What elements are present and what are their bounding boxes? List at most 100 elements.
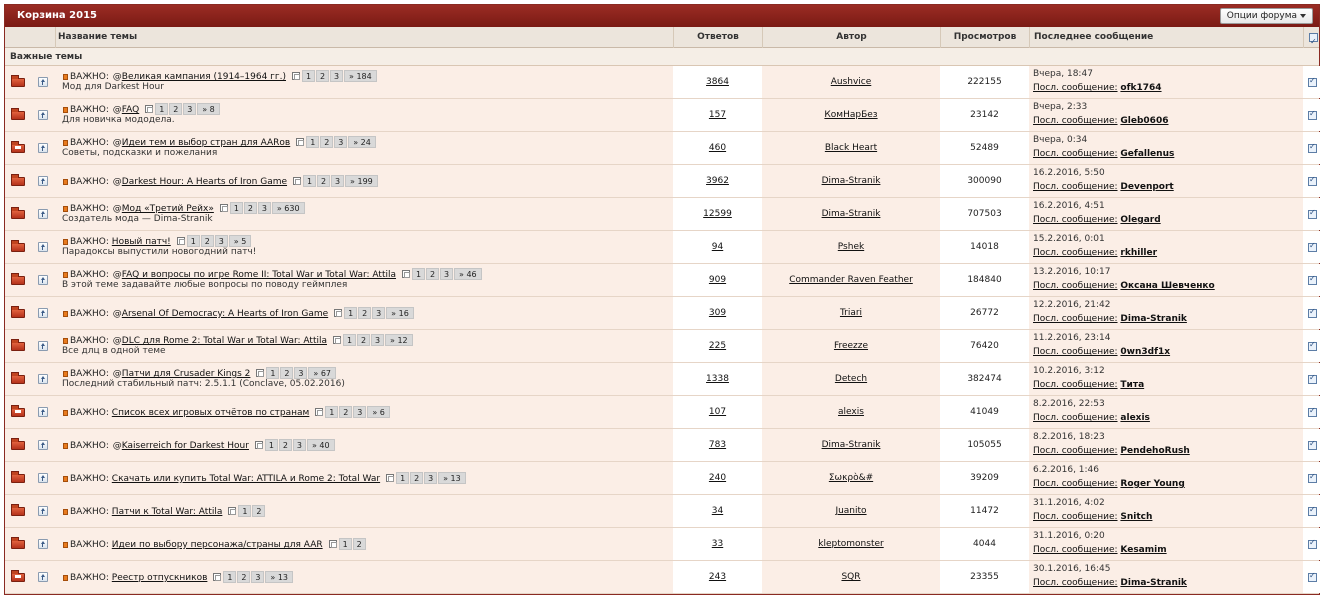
page-link[interactable]: 3 [334, 136, 348, 148]
topic-checkbox[interactable] [1308, 373, 1317, 384]
topic-title-link[interactable]: Список всех игровых отчётов по странам [112, 408, 310, 418]
last-post-user[interactable]: Оксана Шевченко [1120, 281, 1214, 291]
page-link[interactable]: 1 [344, 307, 358, 319]
page-link[interactable]: 2 [320, 136, 334, 148]
header-replies[interactable]: Ответов [673, 27, 762, 48]
page-link[interactable]: 3 [331, 175, 345, 187]
page-link[interactable]: » 199 [345, 175, 378, 187]
last-post-link[interactable]: Посл. сообщение: [1033, 380, 1118, 390]
last-post-user[interactable]: Devenport [1120, 182, 1173, 192]
page-link[interactable]: 3 [440, 268, 454, 280]
author-link[interactable]: Detech [835, 374, 867, 384]
page-link[interactable]: » 5 [228, 235, 252, 247]
last-post-user[interactable]: Gleb0606 [1120, 116, 1168, 126]
author-link[interactable]: SQR [841, 572, 860, 582]
page-link[interactable]: 1 [266, 367, 280, 379]
last-post-user[interactable]: Dima-Stranik [1120, 578, 1187, 588]
author-link[interactable]: Freezze [834, 341, 868, 351]
page-link[interactable]: » 630 [271, 202, 305, 214]
topic-checkbox[interactable] [1308, 505, 1317, 516]
author-link[interactable]: Commander Raven Feather [789, 275, 913, 285]
last-post-link[interactable]: Посл. сообщение: [1033, 512, 1118, 522]
page-link[interactable]: 2 [352, 538, 366, 550]
last-post-link[interactable]: Посл. сообщение: [1033, 545, 1118, 555]
replies-link[interactable]: 1338 [706, 374, 729, 384]
header-select-all[interactable] [1303, 27, 1321, 52]
page-link[interactable]: » 13 [265, 571, 294, 583]
last-post-link[interactable]: Посл. сообщение: [1033, 314, 1118, 324]
page-link[interactable]: 3 [371, 334, 384, 346]
page-link[interactable]: 3 [294, 367, 308, 379]
page-link[interactable]: » 16 [386, 307, 414, 319]
author-link[interactable]: КомНарБез [824, 110, 877, 120]
replies-link[interactable]: 225 [709, 341, 726, 351]
page-link[interactable]: 3 [292, 439, 306, 451]
page-link[interactable]: » 46 [454, 268, 482, 280]
topic-title-link[interactable]: Патчи к Total War: Attila [112, 507, 223, 517]
replies-link[interactable]: 3962 [706, 176, 729, 186]
topic-title-link[interactable]: Идеи по выбору персонажа/страны для AAR [112, 540, 323, 550]
topic-title-link[interactable]: Новый патч! [112, 237, 171, 247]
page-link[interactable]: 2 [358, 307, 372, 319]
topic-title-link[interactable]: Darkest Hour: A Hearts of Iron Game [122, 177, 287, 187]
page-link[interactable]: 1 [155, 103, 169, 115]
topic-checkbox[interactable] [1308, 208, 1317, 219]
page-link[interactable]: 3 [214, 235, 228, 247]
page-link[interactable]: 1 [229, 202, 243, 214]
topic-checkbox[interactable] [1308, 472, 1317, 483]
page-link[interactable]: 1 [343, 334, 356, 346]
topic-checkbox[interactable] [1308, 406, 1317, 417]
header-views[interactable]: Просмотров [940, 27, 1029, 48]
page-link[interactable]: 3 [424, 472, 438, 484]
last-post-user[interactable]: alexis [1120, 413, 1150, 423]
replies-link[interactable]: 12599 [703, 209, 732, 219]
page-link[interactable]: 2 [280, 367, 294, 379]
page-link[interactable]: 1 [338, 538, 352, 550]
page-link[interactable]: 2 [316, 70, 329, 82]
author-link[interactable]: Triari [840, 308, 862, 318]
page-link[interactable]: 2 [200, 235, 214, 247]
last-post-link[interactable]: Посл. сообщение: [1033, 413, 1118, 423]
page-link[interactable]: » 12 [385, 334, 413, 346]
page-link[interactable]: 2 [426, 268, 440, 280]
author-link[interactable]: Black Heart [825, 143, 877, 153]
replies-link[interactable]: 909 [709, 275, 726, 285]
page-link[interactable]: 1 [186, 235, 200, 247]
author-link[interactable]: Juanito [835, 506, 866, 516]
author-link[interactable]: kleptomonster [818, 539, 883, 549]
replies-link[interactable]: 309 [709, 308, 726, 318]
page-link[interactable]: 2 [237, 571, 251, 583]
page-link[interactable]: » 40 [306, 439, 335, 451]
topic-title-link[interactable]: Идеи тем и выбор стран для AARов [122, 138, 290, 148]
page-link[interactable]: 2 [278, 439, 292, 451]
page-link[interactable]: 2 [410, 472, 424, 484]
last-post-link[interactable]: Посл. сообщение: [1033, 116, 1118, 126]
replies-link[interactable]: 107 [709, 407, 726, 417]
topic-title-link[interactable]: Мод «Третий Рейх» [122, 204, 214, 214]
last-post-user[interactable]: Gefallenus [1120, 149, 1174, 159]
last-post-link[interactable]: Посл. сообщение: [1033, 578, 1118, 588]
replies-link[interactable]: 34 [712, 506, 723, 516]
page-link[interactable]: 2 [339, 406, 353, 418]
topic-checkbox[interactable] [1308, 538, 1317, 549]
page-link[interactable]: 1 [396, 472, 410, 484]
author-link[interactable]: Dima-Stranik [822, 176, 881, 186]
topic-title-link[interactable]: Kaiserreich for Darkest Hour [122, 441, 249, 451]
page-link[interactable]: 1 [264, 439, 278, 451]
page-link[interactable]: 3 [330, 70, 343, 82]
topic-checkbox[interactable] [1308, 142, 1317, 153]
author-link[interactable]: Σωκρὸ&# [829, 473, 873, 483]
page-link[interactable]: 3 [372, 307, 386, 319]
page-link[interactable]: » 6 [367, 406, 390, 418]
topic-checkbox[interactable] [1308, 340, 1317, 351]
page-link[interactable]: 3 [183, 103, 197, 115]
topic-title-link[interactable]: Великая кампания (1914–1964 гг.) [122, 72, 286, 82]
replies-link[interactable]: 94 [712, 242, 723, 252]
replies-link[interactable]: 460 [709, 143, 726, 153]
author-link[interactable]: alexis [838, 407, 864, 417]
last-post-link[interactable]: Посл. сообщение: [1033, 446, 1118, 456]
last-post-user[interactable]: rkhiller [1120, 248, 1157, 258]
page-link[interactable]: 2 [357, 334, 370, 346]
page-link[interactable]: » 13 [438, 472, 466, 484]
topic-title-link[interactable]: Патчи для Crusader Kings 2 [122, 369, 251, 379]
